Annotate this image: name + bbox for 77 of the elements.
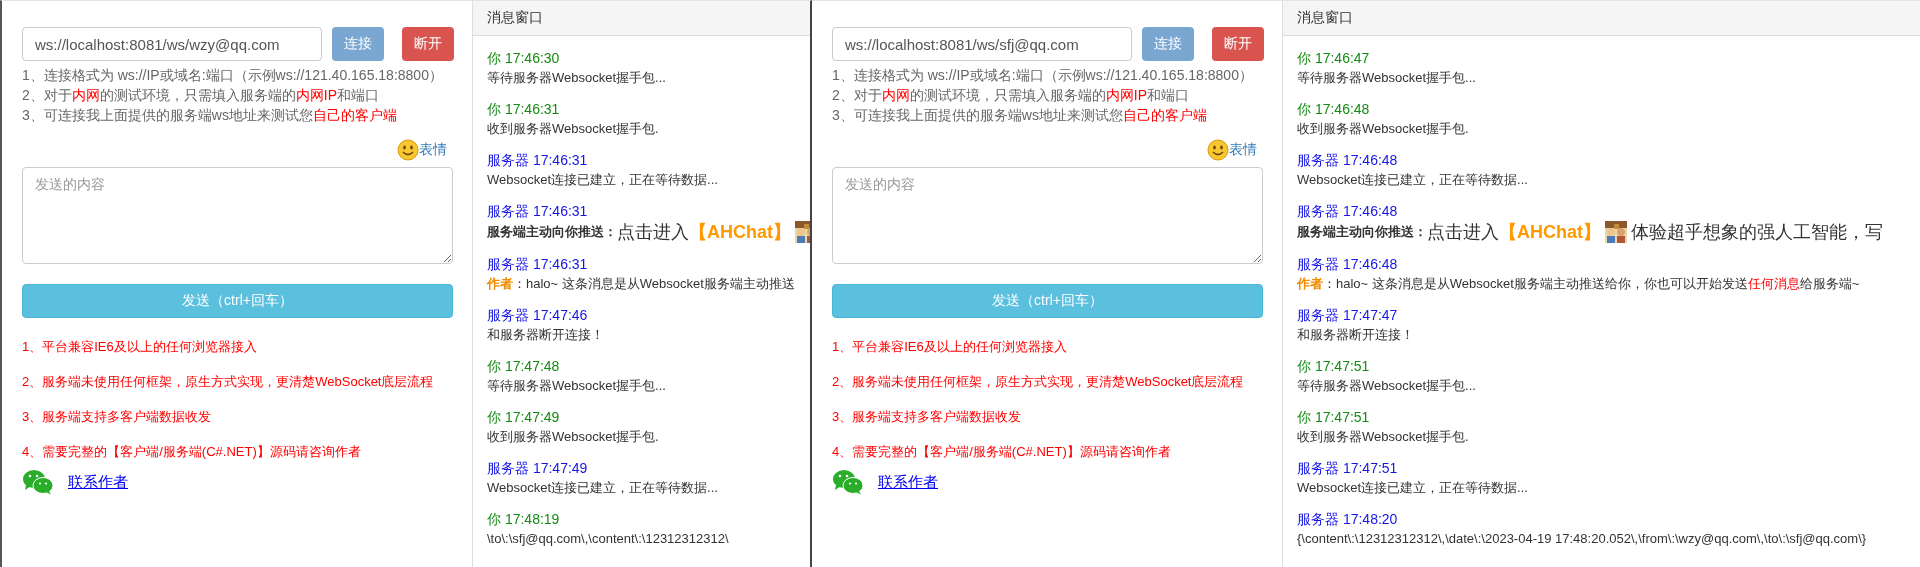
message-text: ：halo~ 这条消息是从Websocket服务端主动推送给你，你也可以开始发送任何消息给服务端~: [1323, 276, 1860, 291]
message-input[interactable]: 发送的内容: [832, 167, 1263, 264]
message-header: 服务器 17:46:48: [1297, 202, 1399, 221]
message-text: 收到服务器Websocket握手包.: [1297, 120, 1470, 138]
author-label: 作者: [487, 276, 513, 291]
message-text: 收到服务器Websocket握手包.: [487, 120, 660, 138]
panel-title: 消息窗口: [487, 9, 543, 27]
wechat-icon: [22, 469, 54, 495]
author-label: 作者: [1297, 276, 1323, 291]
connect-button[interactable]: 连接: [332, 27, 384, 61]
message-header: 你 17:46:47: [1297, 49, 1371, 68]
url-field[interactable]: ws://localhost:8081/ws/sfj@qq.com: [832, 27, 1132, 61]
hint-text: 3、可连接我上面提供的服务端ws地址来测试您自己的客户端: [22, 106, 398, 125]
message-header: 服务器 17:46:31: [487, 202, 589, 221]
feature-text: 3、服务端支持多客户端数据收发: [22, 408, 213, 426]
hint-text: 3、可连接我上面提供的服务端ws地址来测试您自己的客户端: [832, 106, 1208, 125]
disconnect-button[interactable]: 断开: [402, 27, 454, 61]
feature-text: 2、服务端未使用任何框架，原生方式实现，更清楚WebSocket底层流程: [832, 373, 1245, 391]
message-header: 服务器 17:46:31: [487, 151, 589, 170]
message-text: 和服务器断开连接！: [487, 326, 605, 344]
smiley-icon[interactable]: [1207, 139, 1229, 161]
smiley-icon[interactable]: [397, 139, 419, 161]
emoji-link[interactable]: 表情: [1229, 141, 1257, 159]
hint-text: 2、对于内网的测试环境，只需填入服务端的内网IP和端口: [22, 86, 381, 105]
message-header: 你 17:46:31: [487, 100, 561, 119]
message-header: 你 17:48:19: [487, 510, 561, 529]
message-text: 收到服务器Websocket握手包.: [1297, 428, 1470, 446]
message-header: 服务器 17:47:49: [487, 459, 589, 478]
message-text: 等待服务器Websocket握手包...: [487, 69, 667, 87]
message-header: 你 17:47:49: [487, 408, 561, 427]
message-text: {\content\:\12312312312\,\date\:\2023-04-19 17:48:20.052\,\from\:\wzy@qq.com\,\to\:\sfj@qq.com\}: [1297, 530, 1868, 548]
message-text: Websocket连接已建立，正在等待数据...: [1297, 479, 1529, 497]
message-text: 和服务器断开连接！: [1297, 326, 1415, 344]
message-text: ：halo~ 这条消息是从Websocket服务端主动推送: [513, 276, 795, 291]
feature-text: 1、平台兼容IE6及以上的任何浏览器接入: [22, 338, 258, 356]
contact-link[interactable]: 联系作者: [878, 472, 938, 492]
message-header: 你 17:47:51: [1297, 357, 1371, 376]
url-field[interactable]: ws://localhost:8081/ws/wzy@qq.com: [22, 27, 322, 61]
contact-link[interactable]: 联系作者: [68, 472, 128, 492]
message-text: Websocket连接已建立，正在等待数据...: [487, 479, 719, 497]
feature-text: 4、需要完整的【客户端/服务端(C#.NET)】源码请咨询作者: [22, 443, 362, 461]
message-header: 你 17:46:48: [1297, 100, 1371, 119]
message-header: 服务器 17:47:47: [1297, 306, 1399, 325]
feature-text: 2、服务端未使用任何框架，原生方式实现，更清楚WebSocket底层流程: [22, 373, 435, 391]
panel-title: 消息窗口: [1297, 9, 1353, 27]
message-text: \to\:\sfj@qq.com\,\content\:\12312312312\: [487, 530, 730, 548]
push-label: 服务端主动向你推送：: [487, 223, 617, 241]
message-text: Websocket连接已建立，正在等待数据...: [1297, 171, 1529, 189]
push-link[interactable]: 点击进入: [617, 222, 689, 242]
feature-text: 3、服务端支持多客户端数据收发: [832, 408, 1023, 426]
feature-text: 1、平台兼容IE6及以上的任何浏览器接入: [832, 338, 1068, 356]
disconnect-button[interactable]: 断开: [1212, 27, 1264, 61]
message-text: Websocket连接已建立，正在等待数据...: [487, 171, 719, 189]
message-header: 服务器 17:46:48: [1297, 151, 1399, 170]
message-text: 等待服务器Websocket握手包...: [487, 377, 667, 395]
message-header: 服务器 17:48:20: [1297, 510, 1399, 529]
message-header: 服务器 17:46:31: [487, 255, 589, 274]
push-text: 体验超乎想象的强人工智能，写: [1631, 222, 1883, 242]
hint-text: 1、连接格式为 ws://IP或域名:端口（示例ws://121.40.165.18:8800）: [22, 66, 444, 85]
message-input[interactable]: 发送的内容: [22, 167, 453, 264]
message-header: 你 17:47:51: [1297, 408, 1371, 427]
message-header: 服务器 17:46:48: [1297, 255, 1399, 274]
message-text: 等待服务器Websocket握手包...: [1297, 377, 1477, 395]
message-header: 服务器 17:47:46: [487, 306, 589, 325]
message-header: 你 17:46:30: [487, 49, 561, 68]
emoji-link[interactable]: 表情: [419, 141, 447, 159]
connect-button[interactable]: 连接: [1142, 27, 1194, 61]
hint-text: 1、连接格式为 ws://IP或域名:端口（示例ws://121.40.165.18:8800）: [832, 66, 1254, 85]
push-label: 服务端主动向你推送：: [1297, 223, 1427, 241]
message-header: 服务器 17:47:51: [1297, 459, 1399, 478]
push-link[interactable]: 点击进入: [1427, 222, 1499, 242]
message-text: 收到服务器Websocket握手包.: [487, 428, 660, 446]
message-header: 你 17:47:48: [487, 357, 561, 376]
hint-text: 2、对于内网的测试环境，只需填入服务端的内网IP和端口: [832, 86, 1191, 105]
message-text: 等待服务器Websocket握手包...: [1297, 69, 1477, 87]
feature-text: 4、需要完整的【客户端/服务端(C#.NET)】源码请咨询作者: [832, 443, 1172, 461]
wechat-icon: [832, 469, 864, 495]
